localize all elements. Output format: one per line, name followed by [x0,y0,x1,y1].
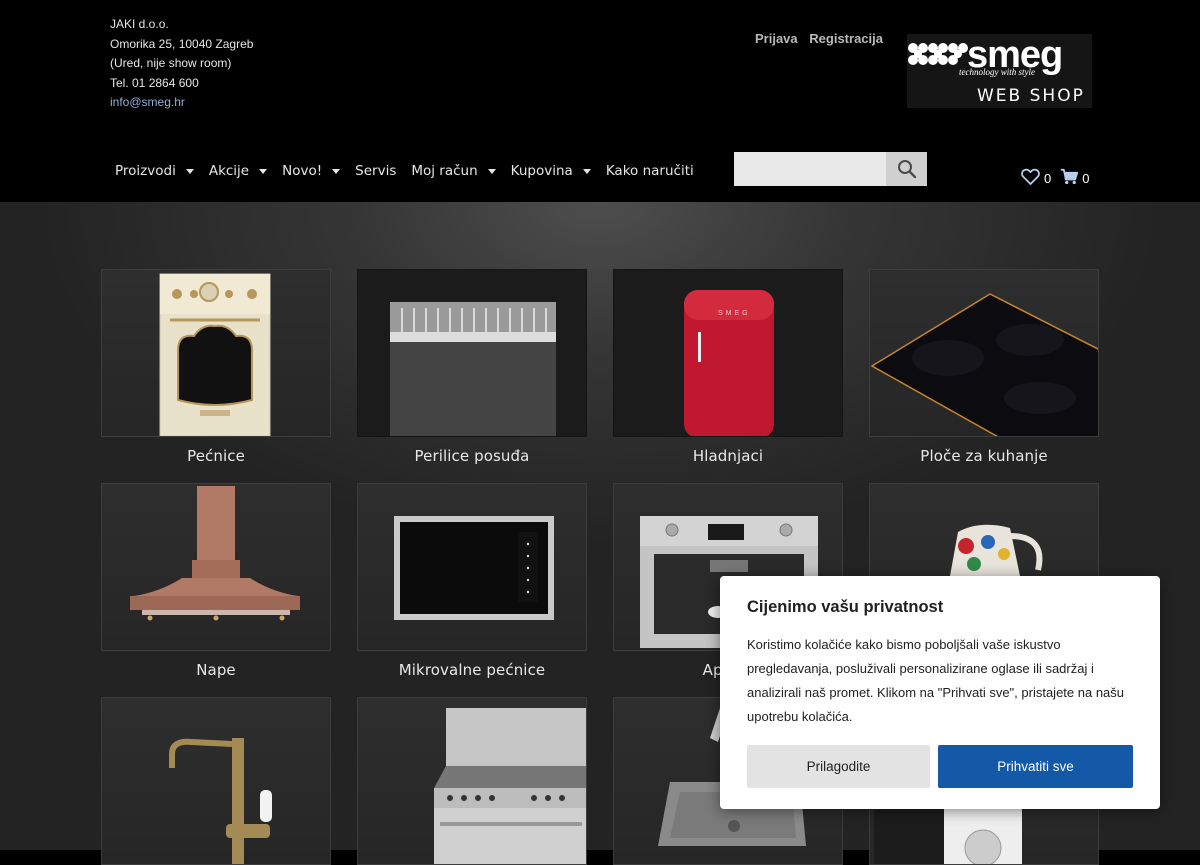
site-header: JAKI d.o.o. Omorika 25, 10040 Zagreb (Ur… [0,0,1200,202]
caret-down-icon [185,169,194,174]
company-name: JAKI d.o.o. [110,17,169,31]
category-label[interactable]: Mikrovalne pećnice [357,661,587,679]
category-label[interactable]: Hladnjaci [613,447,843,465]
login-link[interactable]: Prijava [755,31,798,46]
cookie-consent-dialog: Cijenimo vašu privatnost Koristimo kolač… [720,576,1160,809]
category-tile-hladnjaci[interactable]: SMEG [613,269,843,437]
header-icons: 0 0 [1021,167,1098,186]
svg-text:SMEG: SMEG [718,310,751,317]
nav-item-label: Servis [355,163,397,179]
nav-item-label: Kupovina [510,163,573,179]
hob-image [870,293,1098,436]
company-address: Omorika 25, 10040 Zagreb [110,36,254,51]
faucet-image [169,738,272,864]
nav-item-label: Kako naručiti [605,163,694,179]
search-icon [897,160,916,179]
email-link[interactable]: info@smeg.hr [110,93,253,113]
cart-icon[interactable] [1060,168,1079,185]
category-tile-pecnice[interactable] [101,269,331,437]
category-tile-perilice-posuda[interactable] [357,269,587,437]
customize-button[interactable]: Prilagodite [747,745,930,788]
nav-item-label: Novo! [282,163,323,179]
wishlist-count: 0 [1044,171,1052,186]
hood-image [130,486,300,621]
phone-number: Tel. 01 2864 600 [110,75,199,90]
caret-down-icon [582,169,591,174]
oven-image [159,273,271,436]
smeg-webshop-logo[interactable]: smeg technology with style WEB SHOP [907,34,1092,108]
category-tile-nape[interactable] [101,483,331,651]
refrigerator-image: SMEG [684,290,774,436]
smeg-logo-graphic: smeg technology with style WEB SHOP [908,34,1085,106]
office-note: (Ured, nije show room) [110,56,232,70]
microwave-image [394,516,554,620]
cookie-text: Koristimo kolačiće kako bismo poboljšali… [747,637,1125,724]
range-cooker-image [434,708,586,864]
svg-text:technology with style: technology with style [959,67,1035,77]
caret-down-icon [332,169,341,174]
search-button[interactable] [886,152,927,186]
category-tile-mikrovalne-pecnice[interactable] [357,483,587,651]
category-label[interactable]: Pećnice [101,447,331,465]
nav-item-novo[interactable]: Novo! [282,163,341,179]
category-tile-stednjaci[interactable] [357,697,587,865]
nav-item-label: Akcije [208,163,250,179]
nav-item-servis[interactable]: Servis [355,163,396,179]
register-link[interactable]: Registracija [809,31,883,46]
nav-item-kupovina[interactable]: Kupovina [511,163,591,179]
nav-item-akcije[interactable]: Akcije [208,163,268,179]
cart-count: 0 [1082,171,1090,186]
cookie-title: Cijenimo vašu privatnost [747,598,944,616]
category-label[interactable]: Perilice posuđa [357,447,587,465]
nav-item-proizvodi[interactable]: Proizvodi [115,163,194,179]
category-label[interactable]: Nape [101,661,331,679]
nav-item-label: Proizvodi [115,163,176,179]
contact-info: JAKI d.o.o. Omorika 25, 10040 Zagreb (Ur… [110,15,253,113]
accept-all-button[interactable]: Prihvatiti sve [938,745,1133,788]
search-input[interactable] [734,152,886,186]
auth-links: Prijava Registracija [755,31,891,46]
dishwasher-image [390,302,556,436]
search-bar [734,152,927,186]
nav-item-moj-racun[interactable]: Moj račun [411,163,496,179]
svg-text:WEB SHOP: WEB SHOP [977,86,1085,106]
category-label[interactable]: Ploče za kuhanje [869,447,1099,465]
caret-down-icon [487,169,496,174]
nav-item-label: Moj račun [411,163,478,179]
heart-icon[interactable] [1021,168,1040,185]
nav-item-kako-naruciti[interactable]: Kako naručiti [606,163,694,179]
category-tile-ploce-za-kuhanje[interactable] [869,269,1099,437]
main-nav: Proizvodi Akcije Novo! Servis Moj račun … [115,163,709,179]
caret-down-icon [259,169,268,174]
category-tile-slavine[interactable] [101,697,331,865]
